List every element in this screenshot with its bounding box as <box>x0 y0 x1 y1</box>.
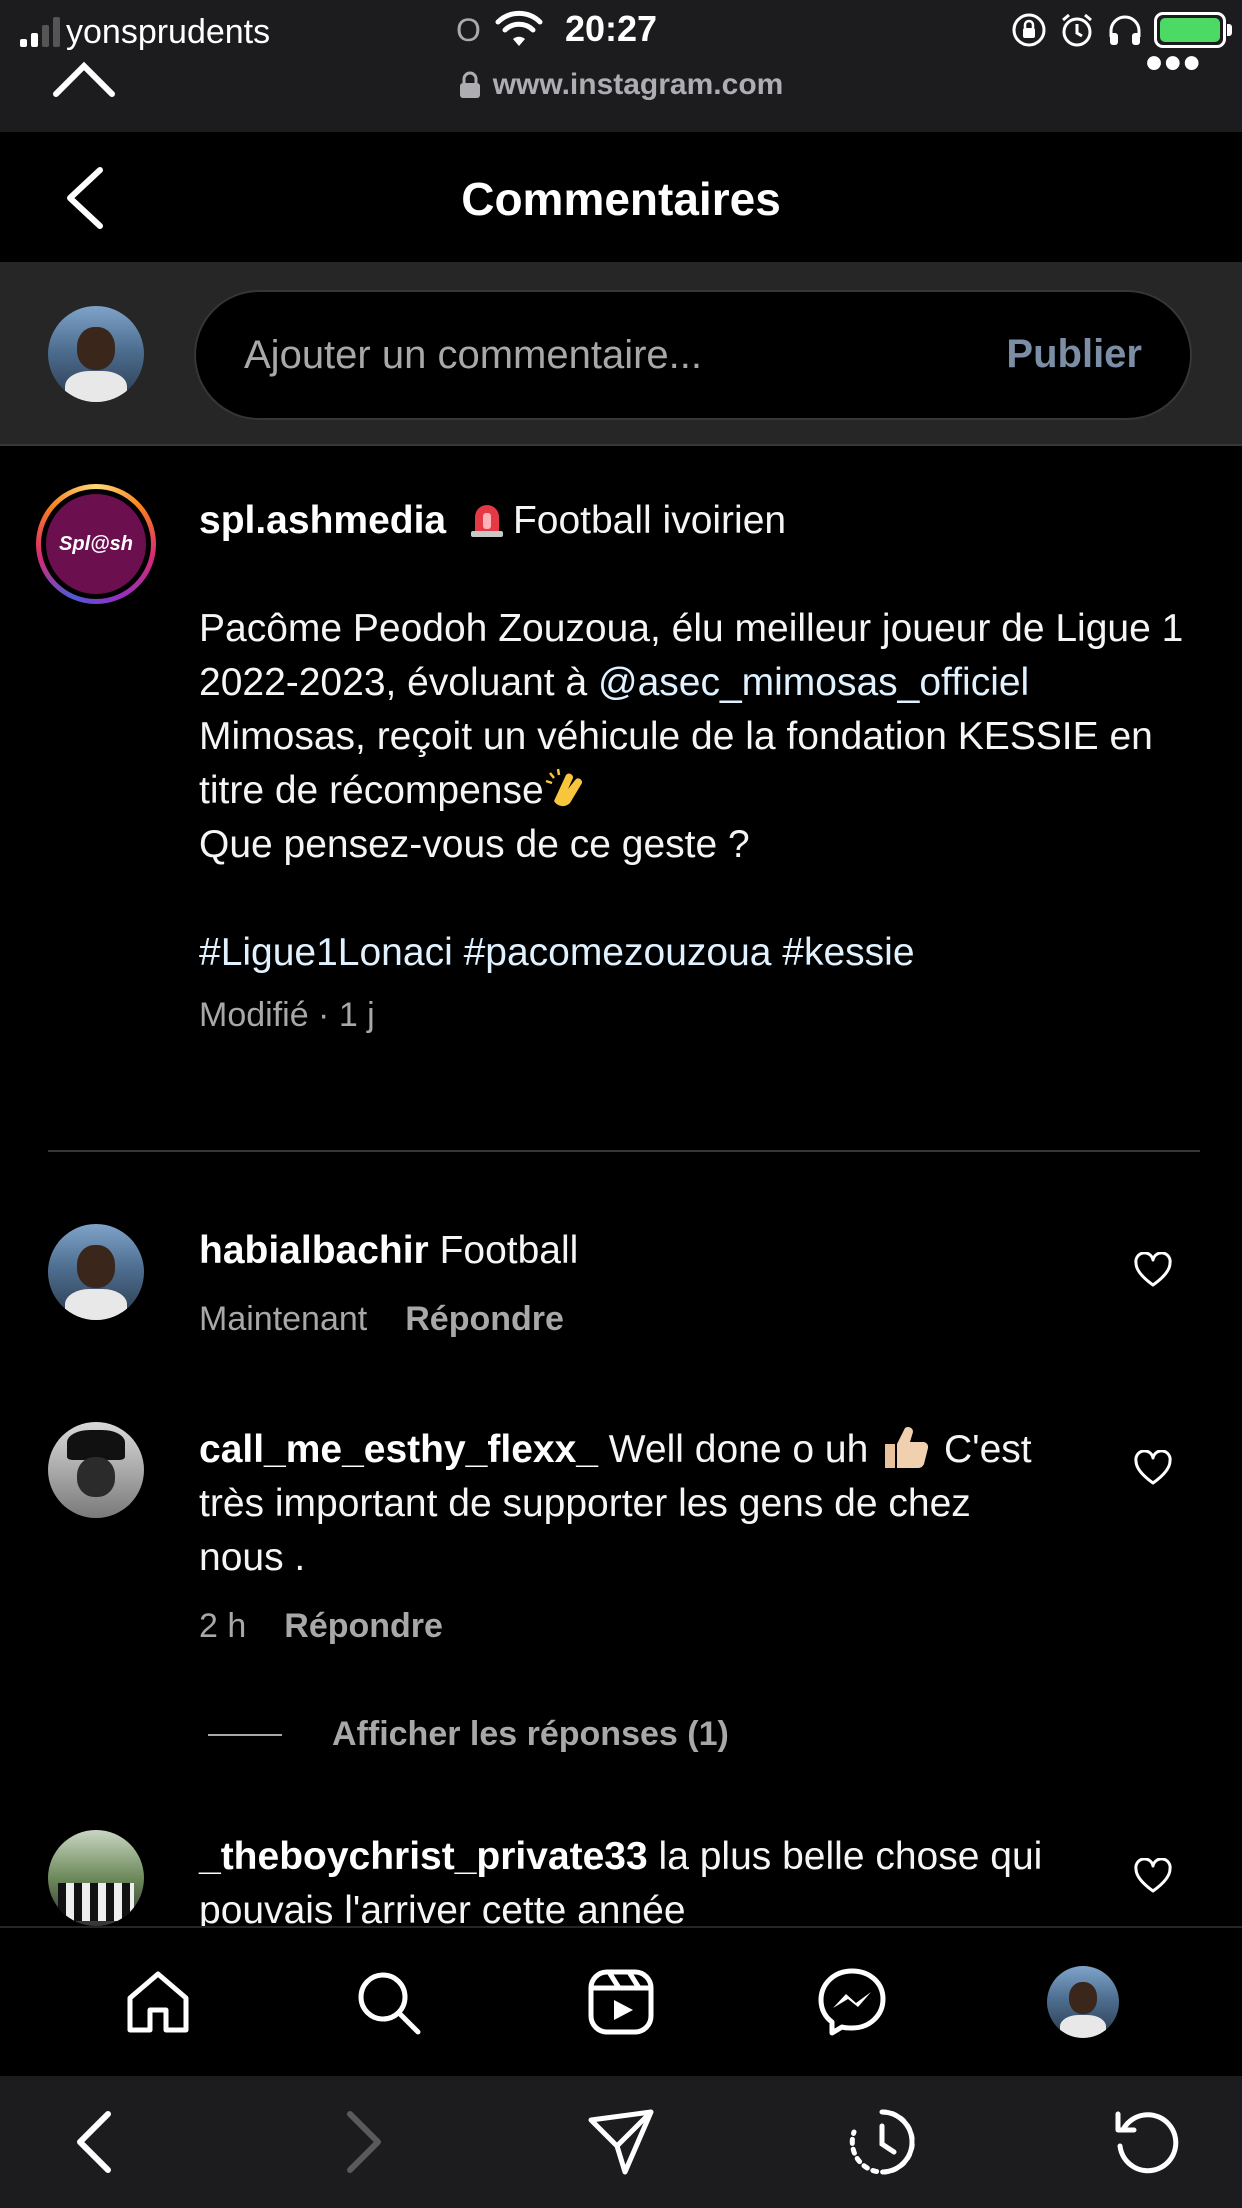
comment-time: 2 h <box>199 1607 247 1645</box>
comment-body: call_me_esthy_flexx_ Well done o uh C'es… <box>199 1422 1059 1653</box>
page-title: Commentaires <box>461 173 781 225</box>
caption-text-continued: Mimosas, reçoit un véhicule de la fondat… <box>199 715 1153 812</box>
comments-header: Commentaires <box>0 132 1242 264</box>
comment-username[interactable]: call_me_esthy_flexx_ <box>199 1428 598 1471</box>
lock-icon <box>459 71 480 98</box>
comment-time: Maintenant <box>199 1300 368 1338</box>
avatar[interactable] <box>48 1830 144 1926</box>
view-replies-label: Afficher les réponses (1) <box>332 1715 729 1753</box>
avatar: Spl@sh <box>46 494 146 594</box>
comment-composer: Publier <box>0 264 1242 446</box>
status-o-glyph: O <box>456 12 481 48</box>
caption-body: spl.ashmedia Football ivoirien Pacôme Pe… <box>199 494 1199 1038</box>
carrier-name: yonsprudents <box>66 12 271 51</box>
bottom-nav <box>0 1926 1242 2076</box>
signal-icon <box>20 17 60 47</box>
comment-text: Well done o uh <box>608 1428 869 1471</box>
reply-button[interactable]: Répondre <box>405 1292 564 1346</box>
reload-icon[interactable] <box>1110 2106 1182 2178</box>
status-bar: yonsprudents O 20:27 www.instagram.com •… <box>0 0 1242 132</box>
search-icon[interactable] <box>352 1966 424 2038</box>
heart-icon[interactable] <box>1134 1450 1172 1486</box>
mention-link[interactable]: @asec_mimosas_officiel <box>598 661 1029 704</box>
comment-field: Publier <box>194 290 1192 420</box>
comment-meta: 2 h Répondre <box>199 1599 1059 1653</box>
caption-meta: Modifié · 1 j <box>199 996 375 1034</box>
avatar[interactable] <box>48 1224 144 1320</box>
clapping-hands-emoji-icon <box>545 768 582 807</box>
caption-category: Football ivoirien <box>512 499 787 542</box>
headphones-icon <box>1109 15 1141 45</box>
reels-icon[interactable] <box>585 1966 657 2038</box>
wifi-icon <box>495 10 543 46</box>
profile-avatar[interactable] <box>1045 1964 1121 2040</box>
hashtags[interactable]: #Ligue1Lonaci #pacomezouzoua #kessie <box>199 926 1199 980</box>
url-bar[interactable]: www.instagram.com <box>0 68 1242 102</box>
avatar <box>48 306 144 402</box>
thumbs-up-emoji-icon <box>885 1427 929 1469</box>
heart-icon[interactable] <box>1134 1252 1172 1288</box>
siren-emoji-icon <box>470 505 503 537</box>
carrier: yonsprudents <box>20 12 270 52</box>
browser-toolbar <box>0 2076 1242 2208</box>
divider <box>48 1150 1200 1152</box>
caption-question: Que pensez-vous de ce geste ? <box>199 823 750 866</box>
caption-username[interactable]: spl.ashmedia <box>199 499 446 542</box>
clock: 20:27 <box>565 8 658 49</box>
forward-icon[interactable] <box>326 2106 398 2178</box>
messenger-icon[interactable] <box>816 1966 888 2038</box>
heart-icon[interactable] <box>1134 1858 1172 1894</box>
orientation-lock-icon <box>1012 13 1046 47</box>
comment-meta: Maintenant Répondre <box>199 1292 1059 1346</box>
alarm-icon <box>1062 13 1092 47</box>
story-ring[interactable]: Spl@sh <box>36 484 156 604</box>
url-text: www.instagram.com <box>492 68 784 101</box>
reply-button[interactable]: Répondre <box>284 1599 443 1653</box>
comment-body: habialbachir Football Maintenant Répondr… <box>199 1224 1059 1346</box>
comment-text: Football <box>439 1229 579 1272</box>
avatar[interactable] <box>48 1422 144 1518</box>
replies-line <box>208 1733 282 1736</box>
history-icon[interactable] <box>846 2106 918 2178</box>
comment-username[interactable]: habialbachir <box>199 1229 429 1272</box>
view-replies-button[interactable]: Afficher les réponses (1) <box>208 1715 729 1754</box>
publish-button[interactable]: Publier <box>1006 332 1142 377</box>
comment-item: _theboychrist_private33 la plus belle ch… <box>0 1830 1242 1926</box>
comment-input[interactable] <box>244 292 944 418</box>
comment-username[interactable]: _theboychrist_private33 <box>199 1835 648 1878</box>
share-icon[interactable] <box>585 2106 657 2178</box>
comment-body: _theboychrist_private33 la plus belle ch… <box>199 1830 1059 1926</box>
more-options-icon[interactable]: ••• <box>1146 40 1202 88</box>
back-icon[interactable] <box>60 2106 132 2178</box>
home-icon[interactable] <box>122 1966 194 2038</box>
